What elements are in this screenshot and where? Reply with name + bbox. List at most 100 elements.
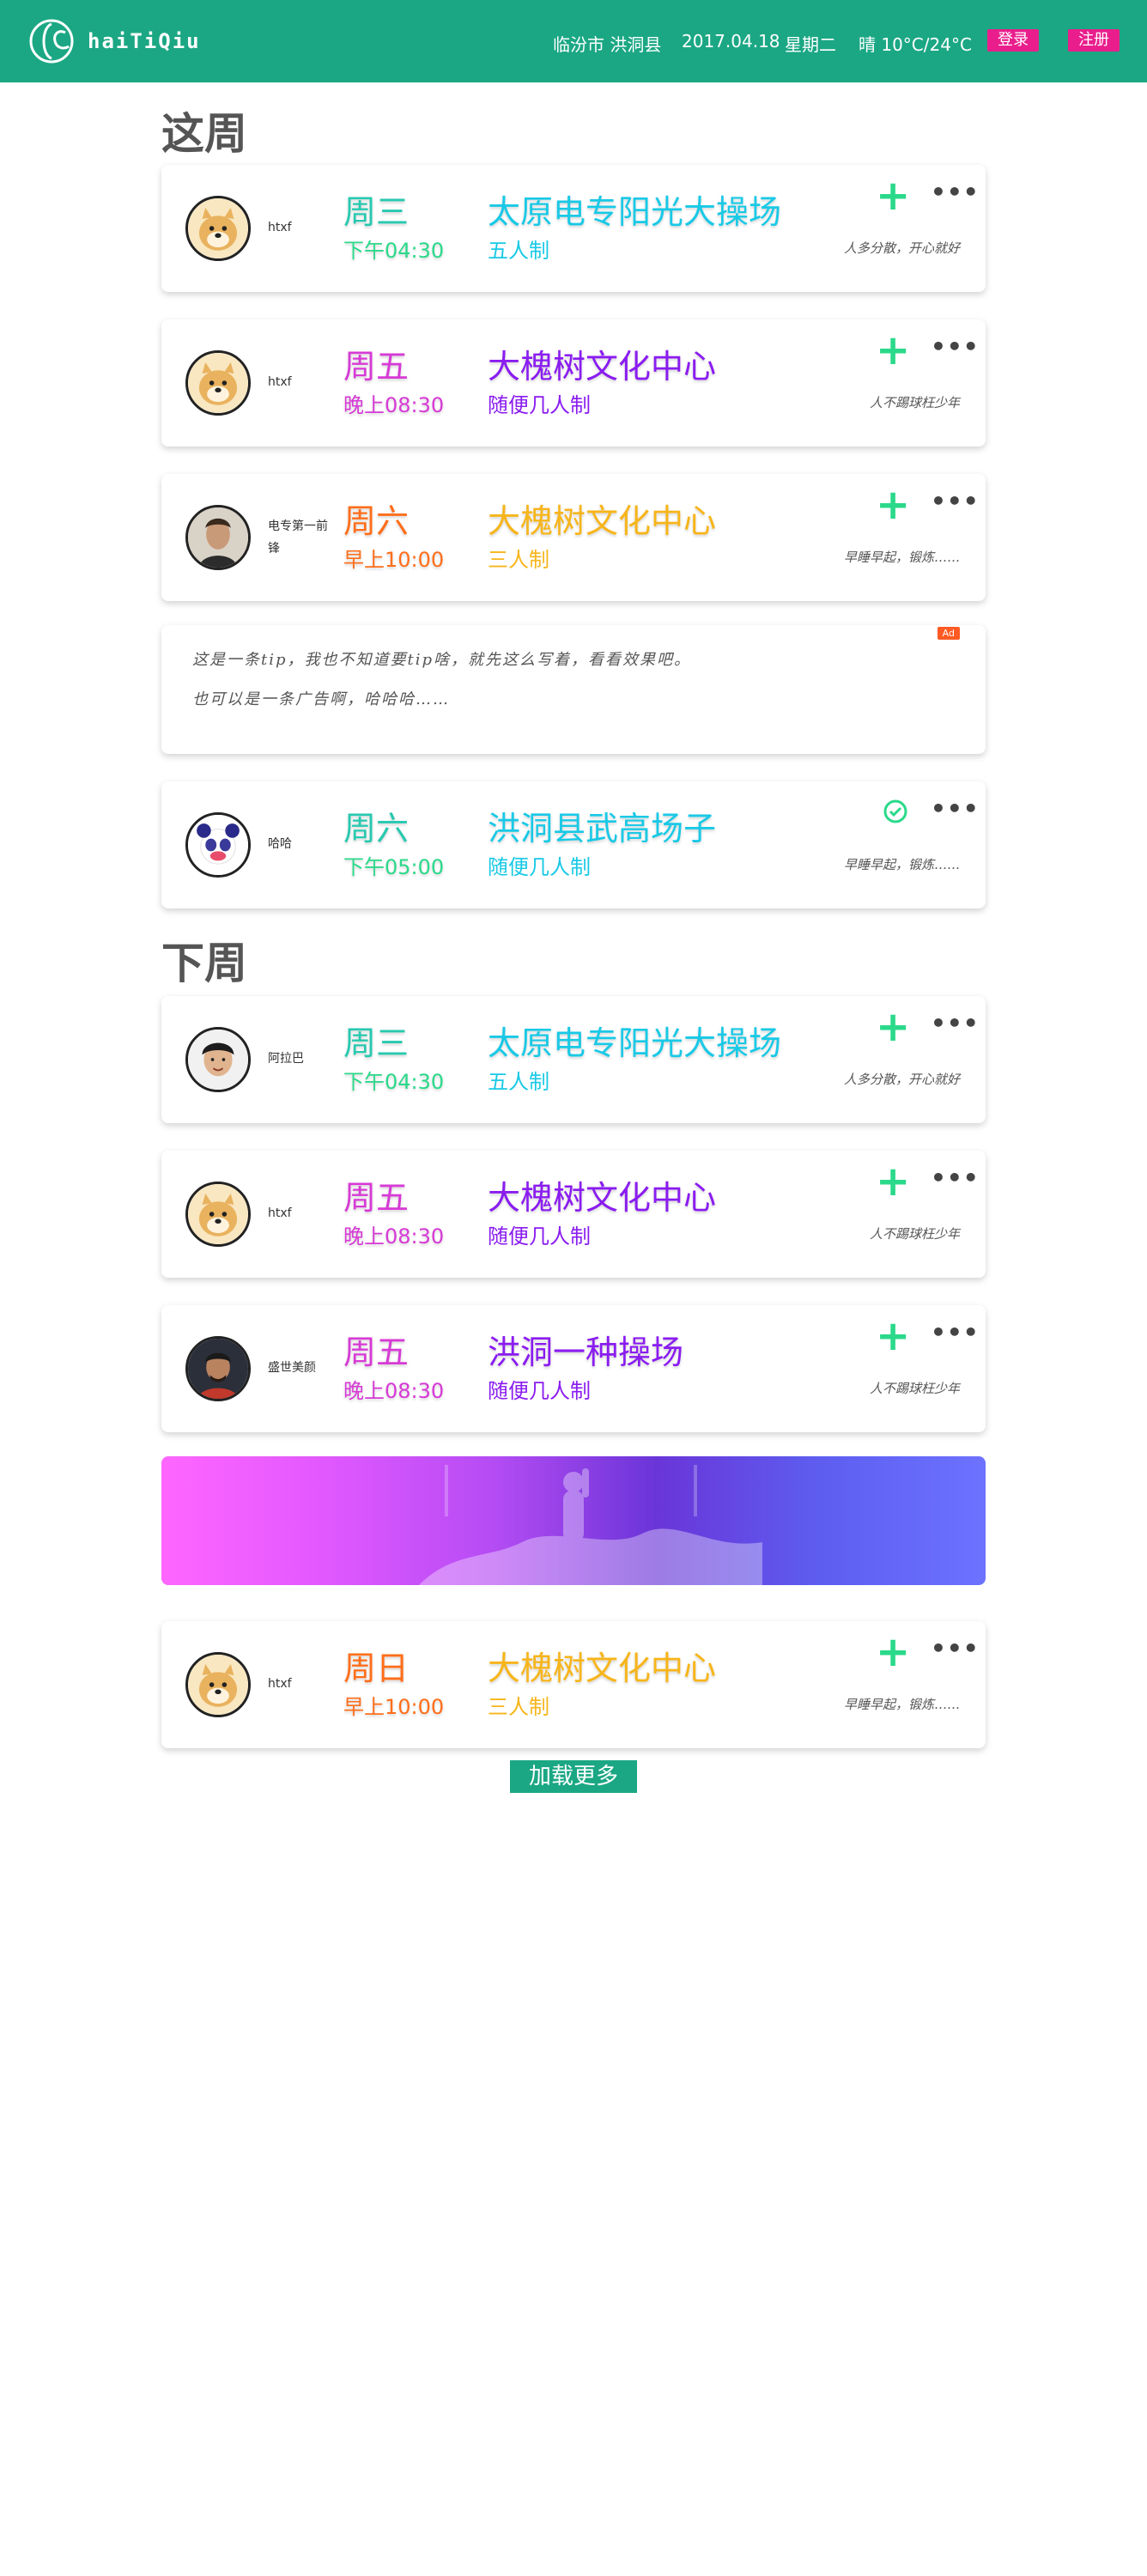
match-card[interactable]: 阿拉巴 周三 下午04:30 太原电专阳光大操场 五人制 + ••• 人多分散，… xyxy=(161,996,986,1123)
ad-badge: Ad xyxy=(937,627,960,640)
more-options-icon[interactable]: ••• xyxy=(931,180,980,204)
match-card[interactable]: htxf 周三 下午04:30 太原电专阳光大操场 五人制 + ••• 人多分散… xyxy=(161,165,986,292)
slogan-text: 早睡早起，锻炼…… xyxy=(843,857,960,872)
match-day: 周日 xyxy=(343,1649,410,1687)
match-card[interactable]: 哈哈 周六 下午05:00 洪洞县武高场子 随便几人制 ••• 早睡早起，锻炼…… xyxy=(161,781,986,908)
slogan-text: 人不踢球枉少年 xyxy=(869,395,960,410)
avatar[interactable] xyxy=(185,505,251,570)
team-size: 随便几人制 xyxy=(488,393,591,417)
match-day: 周五 xyxy=(343,1334,410,1371)
match-card[interactable]: htxf 周日 早上10:00 大槐树文化中心 三人制 + ••• 早睡早起，锻… xyxy=(161,1621,986,1748)
avatar[interactable] xyxy=(185,1027,251,1092)
more-options-icon[interactable]: ••• xyxy=(931,797,980,821)
avatar[interactable] xyxy=(185,196,251,261)
username: htxf xyxy=(268,375,292,389)
doge-avatar-icon xyxy=(188,1184,248,1244)
venue-name[interactable]: 太原电专阳光大操场 xyxy=(488,1017,781,1064)
username: 电专第一前锋 xyxy=(268,519,328,556)
username: htxf xyxy=(268,221,292,234)
login-button[interactable]: 登录 xyxy=(987,29,1039,52)
more-options-icon[interactable]: ••• xyxy=(931,335,980,359)
avatar[interactable] xyxy=(185,1182,251,1247)
join-plus-icon[interactable]: + xyxy=(876,1631,910,1673)
join-plus-icon[interactable]: + xyxy=(876,1161,910,1202)
team-size: 随便几人制 xyxy=(488,1379,591,1403)
avatar[interactable] xyxy=(185,350,251,416)
more-options-icon[interactable]: ••• xyxy=(931,1012,980,1036)
match-time: 早上10:00 xyxy=(343,1695,445,1719)
child-avatar-icon xyxy=(188,1030,248,1090)
avatar[interactable] xyxy=(185,1652,251,1717)
team-size: 五人制 xyxy=(488,1070,549,1094)
join-plus-icon[interactable]: + xyxy=(876,1006,910,1048)
venue-name[interactable]: 太原电专阳光大操场 xyxy=(488,185,781,233)
join-plus-icon[interactable]: + xyxy=(876,484,910,526)
match-time: 晚上08:30 xyxy=(343,1379,445,1403)
more-options-icon[interactable]: ••• xyxy=(931,1166,980,1190)
team-size: 三人制 xyxy=(488,1695,549,1719)
tip-text-line-1: 这是一条tip，我也不知道要tip啥，就先这么写着，看看效果吧。 xyxy=(192,651,692,669)
match-card[interactable]: 盛世美颜 周五 晚上08:30 洪洞一种操场 随便几人制 + ••• 人不踢球枉… xyxy=(161,1305,986,1432)
join-plus-icon[interactable]: + xyxy=(876,1315,910,1357)
venue-name[interactable]: 大槐树文化中心 xyxy=(488,340,716,387)
match-time: 早上10:00 xyxy=(343,548,445,572)
tip-card[interactable]: Ad 这是一条tip，我也不知道要tip啥，就先这么写着，看看效果吧。 也可以是… xyxy=(161,625,986,754)
avatar[interactable] xyxy=(185,812,251,878)
person-avatar-icon xyxy=(188,507,248,568)
match-day: 周五 xyxy=(343,1179,410,1217)
doge-avatar-icon xyxy=(188,198,248,258)
match-day: 周六 xyxy=(343,502,410,540)
date-text: 2017.04.18 xyxy=(682,31,780,52)
match-card[interactable]: htxf 周五 晚上08:30 大槐树文化中心 随便几人制 + ••• 人不踢球… xyxy=(161,319,986,447)
team-size: 五人制 xyxy=(488,239,549,263)
username: htxf xyxy=(268,1206,292,1220)
weather-text: 晴 10°C/24°C xyxy=(859,34,972,55)
username: htxf xyxy=(268,1677,292,1691)
more-options-icon[interactable]: ••• xyxy=(931,489,980,513)
join-plus-icon[interactable]: + xyxy=(876,330,910,371)
person-avatar-icon xyxy=(188,1339,248,1399)
match-card[interactable]: 电专第一前锋 周六 早上10:00 大槐树文化中心 三人制 + ••• 早睡早起… xyxy=(161,474,986,601)
venue-name[interactable]: 洪洞一种操场 xyxy=(488,1326,683,1373)
register-button[interactable]: 注册 xyxy=(1068,29,1120,52)
match-day: 周五 xyxy=(343,348,410,386)
load-more-button[interactable]: 加载更多 xyxy=(510,1760,637,1793)
venue-name[interactable]: 大槐树文化中心 xyxy=(488,1171,716,1218)
slogan-text: 人不踢球枉少年 xyxy=(869,1381,960,1396)
username: 哈哈 xyxy=(268,837,292,851)
more-options-icon[interactable]: ••• xyxy=(931,1321,980,1345)
weekday-text: 星期二 xyxy=(785,34,836,55)
slogan-text: 人多分散，开心就好 xyxy=(843,1072,960,1087)
team-size: 三人制 xyxy=(488,548,549,572)
slogan-text: 人多分散，开心就好 xyxy=(843,240,960,256)
venue-name[interactable]: 大槐树文化中心 xyxy=(488,1642,716,1689)
join-plus-icon[interactable]: + xyxy=(876,175,910,216)
match-time: 下午05:00 xyxy=(343,855,445,879)
brand-name[interactable]: haiTiQiu xyxy=(88,29,201,53)
check-circle-icon[interactable] xyxy=(883,799,908,824)
top-navbar: haiTiQiu 临汾市 洪洞县 2017.04.18 星期二 晴 10°C/2… xyxy=(0,0,1147,82)
doge-avatar-icon xyxy=(188,1655,248,1715)
stadium-player-illustration xyxy=(419,1465,762,1585)
promo-banner[interactable] xyxy=(161,1456,986,1585)
logo-icon[interactable] xyxy=(27,17,76,65)
match-time: 晚上08:30 xyxy=(343,1224,445,1249)
panda-avatar-icon xyxy=(188,815,248,875)
username: 盛世美颜 xyxy=(268,1361,316,1375)
match-day: 周六 xyxy=(343,810,410,848)
username: 阿拉巴 xyxy=(268,1052,304,1066)
avatar[interactable] xyxy=(185,1336,251,1401)
venue-name[interactable]: 大槐树文化中心 xyxy=(488,495,716,542)
match-time: 下午04:30 xyxy=(343,239,445,263)
slogan-text: 早睡早起，锻炼…… xyxy=(843,550,960,565)
location-text: 临汾市 洪洞县 xyxy=(553,34,662,55)
team-size: 随便几人制 xyxy=(488,855,591,879)
more-options-icon[interactable]: ••• xyxy=(931,1637,980,1661)
slogan-text: 人不踢球枉少年 xyxy=(869,1226,960,1242)
match-card[interactable]: htxf 周五 晚上08:30 大槐树文化中心 随便几人制 + ••• 人不踢球… xyxy=(161,1151,986,1278)
match-day: 周三 xyxy=(343,1024,410,1062)
tip-text-line-2: 也可以是一条广告啊，哈哈哈…… xyxy=(192,690,450,708)
section-title-this-week: 这周 xyxy=(161,109,247,159)
match-time: 下午04:30 xyxy=(343,1070,445,1094)
venue-name[interactable]: 洪洞县武高场子 xyxy=(488,802,716,849)
